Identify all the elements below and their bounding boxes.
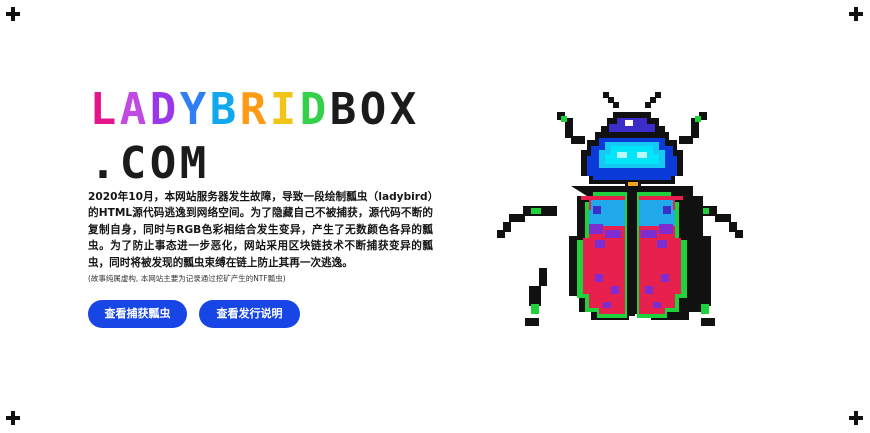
logo-letter: B (329, 84, 357, 135)
corner-plus-icon (6, 7, 20, 21)
logo-letter: R (239, 84, 267, 135)
logo-letter: . (89, 138, 117, 189)
logo-letter: O (359, 84, 387, 135)
logo-letter: D (149, 84, 177, 135)
corner-plus-icon (849, 7, 863, 21)
story-text: 2020年10月，本网站服务器发生故障，导致一段绘制瓢虫（ladybird）的H… (88, 191, 433, 269)
view-caught-ladybugs-button[interactable]: 查看捕获瓢虫 (88, 300, 187, 328)
disclaimer-note: (故事纯属虚构, 本网站主要为记录通过挖矿产生的NTF瓢虫) (88, 274, 286, 283)
view-release-notes-button[interactable]: 查看发行说明 (199, 300, 300, 328)
logo-letter: D (299, 84, 327, 135)
logo-letter: Y (179, 84, 207, 135)
logo-letter: I (269, 84, 297, 135)
logo-line-com: .COM (88, 138, 418, 189)
logo-letter: C (119, 138, 147, 189)
logo-letter: X (389, 84, 417, 135)
logo-letter: L (89, 84, 117, 135)
logo-line-ladybridbox: LADYBRIDBOX (88, 84, 418, 135)
logo-letter: A (119, 84, 147, 135)
site-logo: LADYBRIDBOX .COM (88, 84, 418, 198)
logo-letter: M (179, 138, 207, 189)
logo-letter: O (149, 138, 177, 189)
ladybug-pixel-art-icon (497, 92, 743, 326)
logo-letter: B (209, 84, 237, 135)
corner-plus-icon (6, 411, 20, 425)
corner-plus-icon (849, 411, 863, 425)
